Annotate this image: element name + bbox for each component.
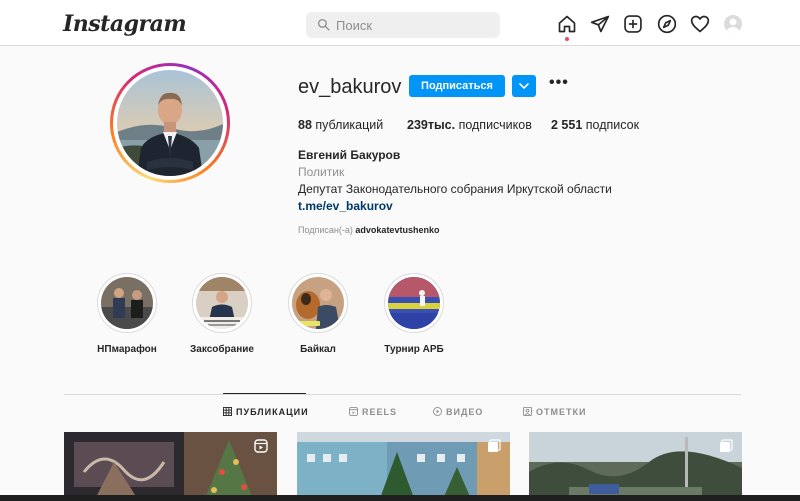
post-thumbnail[interactable] (64, 432, 277, 501)
following-count-label: подписок (585, 118, 640, 132)
posts-count-label: публикаций (315, 118, 384, 132)
search-icon (317, 18, 330, 31)
new-post-icon[interactable] (623, 14, 643, 34)
top-navigation-bar: Instagram (0, 0, 800, 46)
posts-count-value: 88 (298, 118, 312, 132)
profile-avatar[interactable] (724, 15, 742, 33)
followers-count-label: подписчиков (458, 118, 532, 132)
notification-dot (565, 37, 569, 41)
direct-icon[interactable] (590, 14, 610, 34)
tagged-icon (523, 407, 532, 416)
following-count[interactable]: 2 551 подписок (551, 118, 639, 132)
highlight-item[interactable]: Байкал (288, 273, 348, 355)
explore-icon[interactable] (657, 14, 677, 34)
post-thumbnail[interactable] (529, 432, 742, 501)
tab-posts-label: ПУБЛИКАЦИИ (236, 407, 309, 417)
active-tab-indicator (223, 393, 306, 394)
tab-posts[interactable]: ПУБЛИКАЦИИ (223, 407, 309, 417)
profile-full-name: Евгений Бакуров (298, 148, 401, 162)
tab-tagged-label: ОТМЕТКИ (536, 407, 587, 417)
tab-video[interactable]: ВИДЕО (433, 407, 483, 417)
profile-bio: Депутат Законодательного собрания Иркутс… (298, 182, 612, 196)
grid-icon (223, 407, 232, 416)
search-box[interactable] (306, 12, 500, 38)
followed-by-user-link[interactable]: advokatevtushenko (355, 225, 439, 235)
search-input[interactable] (336, 12, 486, 38)
instagram-logo[interactable]: Instagram (63, 11, 187, 37)
video-icon (433, 407, 442, 416)
profile-picture[interactable] (110, 63, 230, 183)
tab-tagged[interactable]: ОТМЕТКИ (523, 407, 586, 417)
highlight-cover (192, 273, 252, 333)
post-thumbnail[interactable] (297, 432, 510, 501)
posts-count: 88 публикаций (298, 118, 383, 132)
highlight-item[interactable]: Заксобрание (190, 273, 254, 355)
highlight-item[interactable]: Турнир АРБ (384, 273, 444, 355)
profile-category: Политик (298, 165, 345, 179)
highlight-label: Турнир АРБ (384, 344, 444, 355)
screen-bottom-edge (0, 495, 800, 501)
followed-by-prefix: Подписан(-а) (298, 225, 353, 235)
follow-button[interactable]: Подписаться (409, 75, 505, 97)
tab-reels-label: REELS (362, 407, 398, 417)
more-options-button[interactable]: ••• (549, 75, 568, 92)
highlight-cover (384, 273, 444, 333)
tab-reels[interactable]: REELS (349, 407, 397, 417)
carousel-badge-icon (720, 439, 733, 452)
followers-count[interactable]: 239тыс. подписчиков (407, 118, 532, 132)
reel-badge-icon (254, 439, 268, 453)
highlight-item[interactable]: НПмарафон (97, 273, 157, 355)
following-count-value: 2 551 (551, 118, 583, 132)
activity-icon[interactable] (690, 14, 710, 34)
suggested-dropdown-button[interactable] (512, 75, 536, 97)
tab-video-label: ВИДЕО (446, 407, 484, 417)
profile-link[interactable]: t.me/ev_bakurov (298, 199, 393, 213)
highlight-cover (97, 273, 157, 333)
carousel-badge-icon (488, 439, 501, 452)
profile-username: ev_bakurov (298, 76, 402, 98)
tabs-divider (64, 394, 741, 395)
highlight-cover (288, 273, 348, 333)
followers-count-value: 239тыс. (407, 118, 456, 132)
reels-icon (349, 407, 358, 416)
home-icon[interactable] (557, 14, 577, 34)
followed-by: Подписан(-а) advokatevtushenko (298, 225, 439, 235)
chevron-down-icon (519, 83, 529, 89)
